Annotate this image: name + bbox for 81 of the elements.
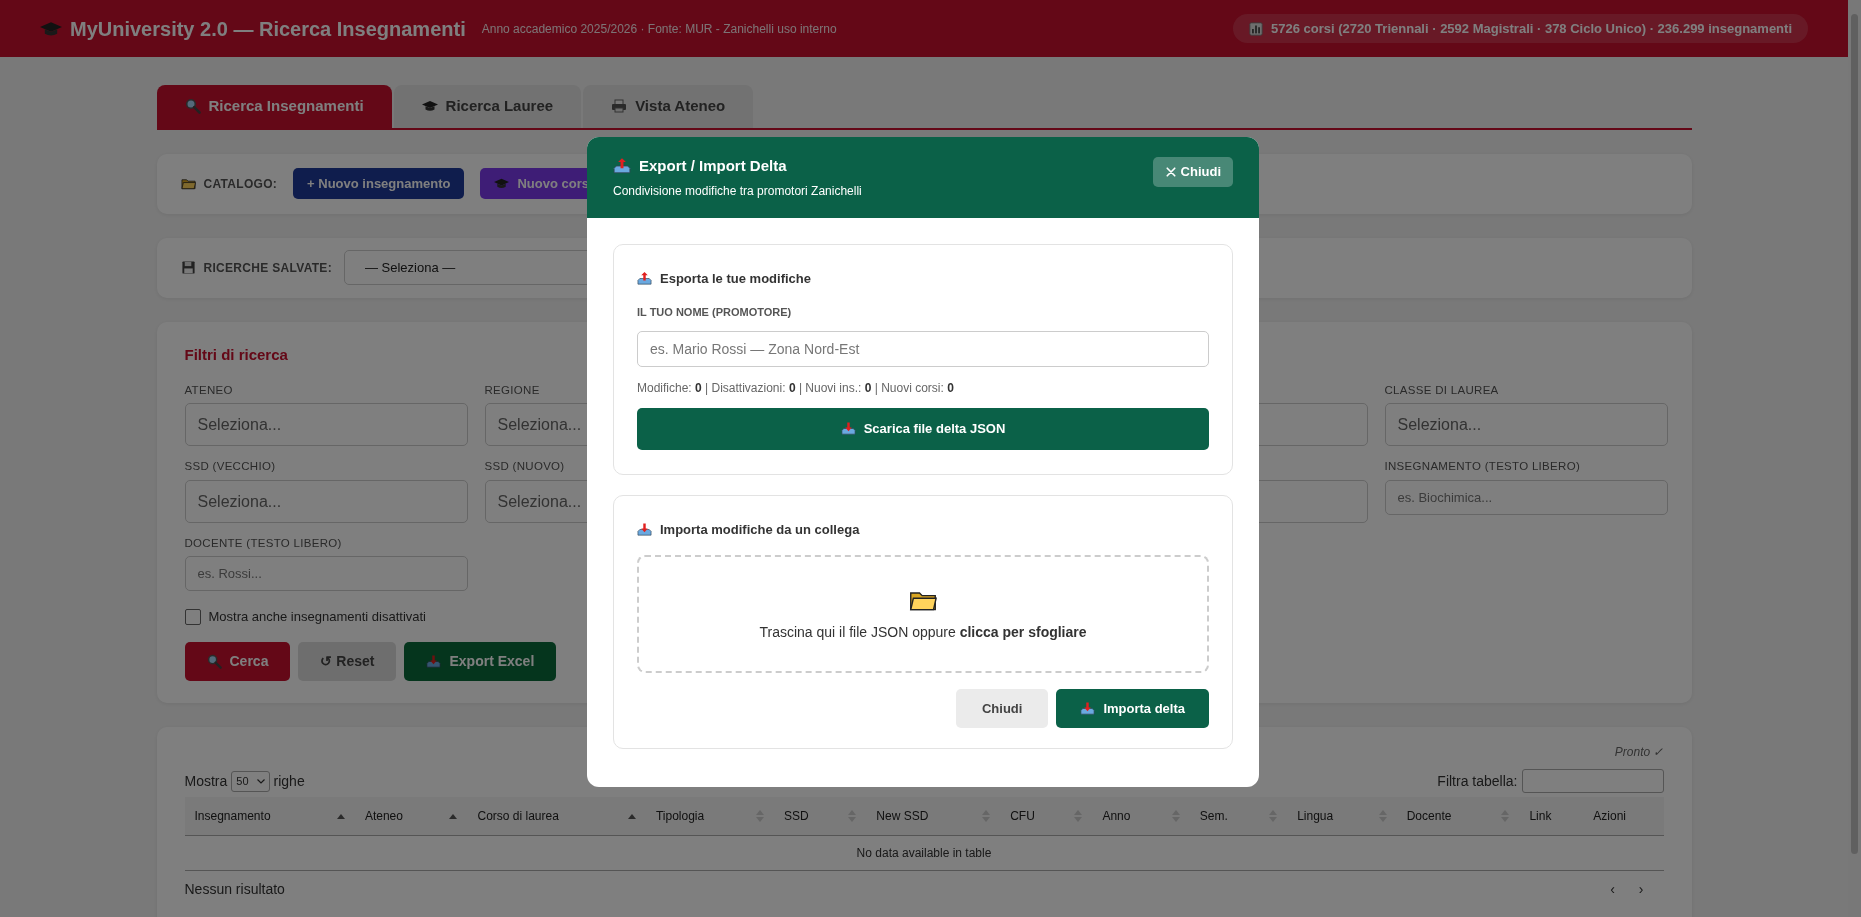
pagination-link[interactable]: ‹	[1610, 879, 1615, 901]
bar-chart-icon	[1249, 21, 1264, 36]
length-label: righe	[273, 771, 305, 791]
status-text: Pronto ✓	[1613, 744, 1664, 762]
catalog-button[interactable]: + Nuovo insegnamento	[293, 167, 465, 200]
tab[interactable]: Ricerca Insegnamenti	[156, 85, 392, 128]
action-button[interactable]: Cerca	[184, 642, 291, 682]
column-header[interactable]: CFU	[1000, 797, 1093, 836]
name-field[interactable]: es. Mario Rossi — Zona Nord-Est	[637, 330, 1209, 367]
stats-text: 5726 corsi (2720 Triennali · 2592 Magistrali · 378 Ciclo Unico) · 236.299 insegnamenti	[1271, 19, 1792, 38]
printer-icon	[611, 98, 628, 115]
select-field[interactable]: Seleziona...	[184, 479, 468, 523]
tab[interactable]: Vista Ateneo	[583, 85, 754, 128]
field-label: ATENEO	[184, 383, 233, 398]
field-label: IL TUO NOME (PROMOTORE)	[637, 305, 793, 320]
field-label: REGIONE	[484, 383, 540, 398]
column-header[interactable]: Azioni	[1583, 797, 1664, 836]
field-label: SSD (VECCHIO)	[184, 459, 276, 475]
download-button[interactable]: Scarica file delta JSON	[637, 407, 1209, 450]
text-field[interactable]: es. Biochimica...	[1384, 479, 1668, 515]
download-tray-icon	[637, 521, 652, 537]
column-header[interactable]: Corso di laurea	[467, 797, 646, 836]
text-field[interactable]: es. Rossi...	[184, 555, 468, 591]
select-field[interactable]: Seleziona...	[1384, 403, 1668, 447]
table-filter-label: Filtra tabella:	[1437, 771, 1518, 791]
column-header[interactable]: Link	[1519, 797, 1584, 836]
cancel-button[interactable]: Chiudi	[955, 689, 1049, 728]
change-summary: Modifiche: 0 | Disattivazioni: 0 | Nuovi ins.: 0 | Nuovi corsi: 0	[637, 379, 955, 397]
select-field[interactable]: Seleziona...	[184, 403, 468, 447]
app-title: MyUniversity 2.0 — Ricerca Insegnamenti	[70, 16, 466, 42]
filters-title: Filtri di ricerca	[184, 344, 288, 365]
tab[interactable]: Ricerca Lauree	[393, 85, 582, 128]
search-icon	[184, 98, 201, 115]
length-label: Mostra	[184, 771, 228, 791]
folder-icon	[180, 176, 196, 191]
column-header[interactable]: SSD	[774, 797, 867, 836]
column-header[interactable]: Sem.	[1189, 797, 1288, 836]
caret-icon	[256, 778, 265, 784]
section-title: Esporta le tue modifiche	[660, 269, 811, 288]
column-header[interactable]: Lingua	[1287, 797, 1397, 836]
sort-icon	[449, 813, 458, 819]
graduation-cap-icon	[494, 176, 510, 191]
sort-icon	[336, 813, 345, 819]
search-icon	[206, 654, 222, 670]
download-tray-icon	[426, 654, 442, 670]
section-title: Importa modifiche da un collega	[660, 520, 860, 539]
column-header[interactable]: Ateneo	[354, 797, 468, 836]
upload-tray-icon	[613, 157, 631, 176]
page-size-select[interactable]: 50	[231, 771, 270, 792]
file-drop-zone[interactable]: Trascina qui il file JSON oppure clicca per sfogliare	[637, 555, 1209, 673]
download-tray-icon	[1080, 701, 1096, 716]
modal-subtitle: Condivisione modifiche tra promotori Zanichelli	[613, 182, 862, 200]
checkbox[interactable]	[184, 608, 201, 625]
field-label: DOCENTE (TESTO LIBERO)	[184, 535, 342, 551]
saved-searches-label: RICERCHE SALVATE:	[203, 259, 332, 277]
column-header[interactable]: Insegnamento	[184, 797, 355, 836]
field-label: INSEGNAMENTO (TESTO LIBERO)	[1384, 459, 1581, 475]
drop-instructions: Trascina qui il file JSON oppure clicca per sfogliare	[759, 622, 1087, 642]
header-subtitle: Anno accademico 2025/2026 · Fonte: MUR - Zanichelli uso interno	[481, 20, 837, 38]
action-button[interactable]: ↺ Reset	[298, 642, 397, 682]
upload-tray-icon	[637, 270, 652, 286]
import-button[interactable]: Importa delta	[1056, 689, 1209, 728]
action-button[interactable]: Export Excel	[404, 642, 557, 682]
close-icon	[1164, 165, 1177, 178]
empty-table-message: No data available in table	[184, 835, 1664, 871]
column-header[interactable]: Docente	[1396, 797, 1520, 836]
table-info: Nessun risultato	[184, 880, 285, 900]
catalog-label: CATALOGO:	[203, 175, 278, 193]
field-label: CLASSE DI LAUREA	[1384, 383, 1499, 398]
checkbox-label: Mostra anche insegnamenti disattivati	[208, 607, 426, 626]
column-header[interactable]: Tipologia	[645, 797, 775, 836]
sort-icon	[627, 813, 636, 819]
column-header[interactable]: Anno	[1092, 797, 1190, 836]
scrollbar-thumb[interactable]	[1851, 14, 1858, 854]
field-label: SSD (NUOVO)	[484, 459, 565, 475]
pagination-link[interactable]: ›	[1638, 879, 1644, 901]
column-header[interactable]: New SSD	[866, 797, 1001, 836]
close-button[interactable]: Chiudi	[1152, 157, 1233, 187]
table-filter-field[interactable]	[1521, 769, 1664, 794]
download-tray-icon	[840, 421, 856, 436]
modal-title: Export / Import Delta	[639, 156, 787, 176]
